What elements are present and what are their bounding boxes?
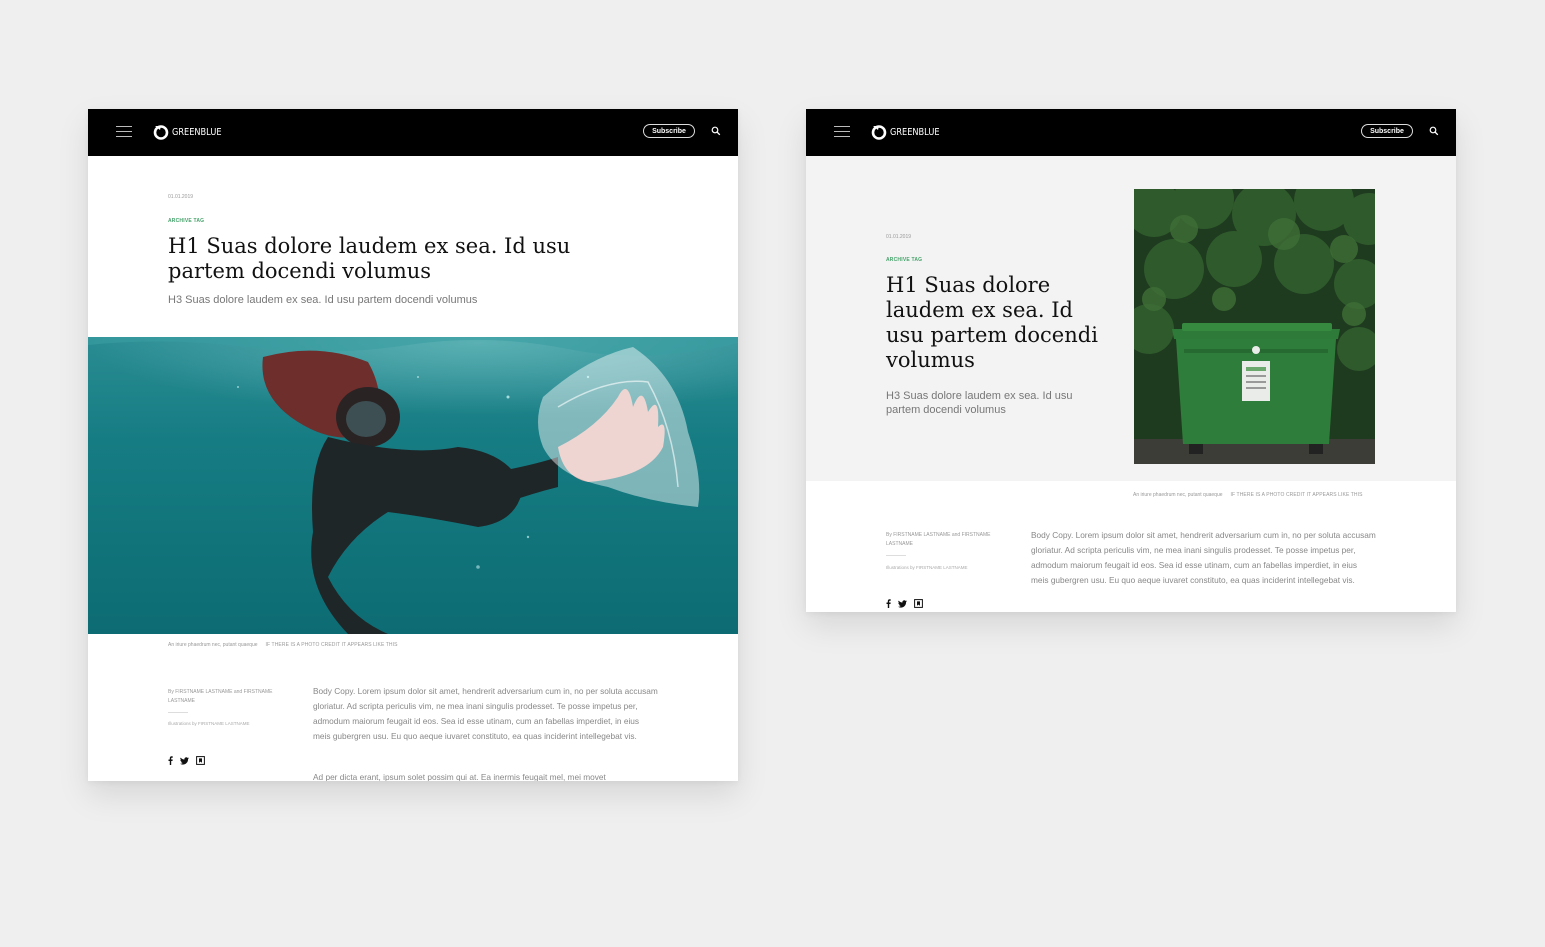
top-navigation-bar: GREENBLUE Subscribe: [806, 109, 1456, 156]
body-copy-paragraph: Body Copy. Lorem ipsum dolor sit amet, h…: [1031, 530, 1376, 585]
social-share-links: [168, 756, 205, 765]
side-image-recycling-bin: [1134, 189, 1375, 464]
brand-name: GREENBLUE: [890, 126, 940, 138]
body-copy-paragraph-2: Ad per dicta erant, ipsum solet possim q…: [313, 772, 606, 781]
bookmark-icon[interactable]: [196, 756, 205, 765]
article-mockup-side-image: GREENBLUE Subscribe 01.01.2019 ARCHIVE T…: [806, 109, 1456, 612]
greenblue-logo-icon: [871, 125, 887, 140]
search-icon[interactable]: [711, 126, 721, 136]
article-headline: H1 Suas dolore laudem ex sea. Id usu par…: [168, 234, 571, 283]
author-byline: By FIRSTNAME LASTNAME and FIRSTNAME LAST…: [886, 532, 991, 547]
hamburger-menu-icon[interactable]: [834, 125, 850, 139]
archive-tag-link[interactable]: ARCHIVE TAG: [168, 218, 204, 224]
photo-caption: An iriure phaedrum nec, putant quaeque IF…: [1133, 492, 1363, 498]
photo-caption: An iriure phaedrum nec, putant quaeque IF…: [168, 642, 398, 648]
greenblue-logo-icon: [153, 125, 169, 140]
illustrations-credit: Illustrations by FIRSTNAME LASTNAME: [168, 721, 250, 726]
hero-image-snorkeler-plastic: [88, 337, 738, 634]
article-date: 01.01.2019: [168, 194, 194, 200]
brand-logo[interactable]: GREENBLUE: [871, 124, 950, 140]
article-headline: H1 Suas dolore laudem ex sea. Id usu par…: [886, 273, 1098, 372]
subscribe-button[interactable]: Subscribe: [643, 124, 695, 138]
search-icon[interactable]: [1429, 126, 1439, 136]
facebook-icon[interactable]: [886, 599, 891, 608]
subscribe-button[interactable]: Subscribe: [1361, 124, 1413, 138]
caption-text: An iriure phaedrum nec, putant quaeque: [1133, 492, 1223, 498]
facebook-icon[interactable]: [168, 756, 173, 765]
caption-text: An iriure phaedrum nec, putant quaeque: [168, 642, 258, 648]
top-navigation-bar: GREENBLUE Subscribe: [88, 109, 738, 156]
byline-divider: [886, 555, 906, 556]
brand-name: GREENBLUE: [172, 126, 222, 138]
hamburger-menu-icon[interactable]: [116, 125, 132, 139]
article-subheadline: H3 Suas dolore laudem ex sea. Id usu par…: [168, 294, 478, 306]
photo-credit: IF THERE IS A PHOTO CREDIT IT APPEARS LI…: [265, 642, 398, 648]
archive-tag-link[interactable]: ARCHIVE TAG: [886, 257, 922, 263]
social-share-links: [886, 599, 923, 608]
brand-logo[interactable]: GREENBLUE: [153, 124, 232, 140]
article-mockup-fullwidth-hero: GREENBLUE Subscribe 01.01.2019 ARCHIVE T…: [88, 109, 738, 781]
article-subheadline: H3 Suas dolore laudem ex sea. Id usu par…: [886, 390, 1073, 416]
body-copy-paragraph: Body Copy. Lorem ipsum dolor sit amet, h…: [313, 686, 658, 741]
photo-credit: IF THERE IS A PHOTO CREDIT IT APPEARS LI…: [1230, 492, 1363, 498]
illustrations-credit: Illustrations by FIRSTNAME LASTNAME: [886, 565, 968, 570]
author-byline: By FIRSTNAME LASTNAME and FIRSTNAME LAST…: [168, 689, 273, 704]
article-date: 01.01.2019: [886, 234, 912, 240]
twitter-icon[interactable]: [180, 756, 189, 765]
byline-divider: [168, 712, 188, 713]
twitter-icon[interactable]: [898, 599, 907, 608]
bookmark-icon[interactable]: [914, 599, 923, 608]
